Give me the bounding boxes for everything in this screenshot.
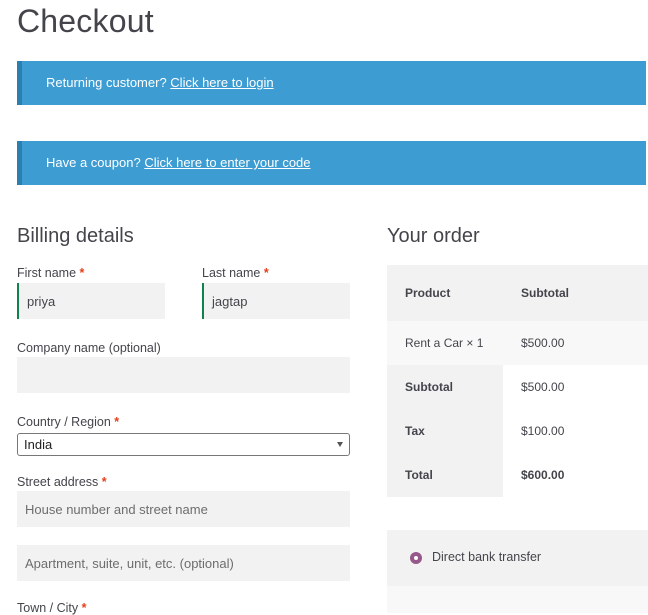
billing-heading: Billing details [17,225,134,247]
payment-method-label: Direct bank transfer [432,550,542,564]
required-mark: * [114,415,120,429]
order-table: Product Subtotal Rent a Car × 1 $500.00 … [387,265,648,497]
country-select[interactable]: India [17,433,350,456]
required-mark: * [263,266,269,280]
order-item-price: $500.00 [503,321,648,365]
table-header-subtotal: Subtotal [503,265,648,321]
street-address-field[interactable]: House number and street name [17,491,350,527]
street-label: Street address * [17,475,107,489]
company-field[interactable] [17,357,350,393]
company-label: Company name (optional) [17,341,161,355]
page-title: Checkout [17,3,154,39]
tax-label: Tax [387,409,503,453]
subtotal-value: $500.00 [503,365,648,409]
required-mark: * [101,475,107,489]
country-selected-value: India [24,437,53,452]
total-label: Total [387,453,503,497]
total-value: $600.00 [503,453,648,497]
first-name-field[interactable]: priya [17,283,165,319]
required-mark: * [79,266,85,280]
order-heading: Your order [387,225,480,247]
caret-down-icon [337,442,343,447]
notice-text: Returning customer? [46,75,167,90]
street-address-2-field[interactable]: Apartment, suite, unit, etc. (optional) [17,545,350,581]
order-item-name: Rent a Car [405,336,464,350]
order-item-qty: × 1 [466,336,484,350]
subtotal-label: Subtotal [387,365,503,409]
payment-methods: Direct bank transfer [387,530,648,613]
radio-selected-icon[interactable] [410,552,422,564]
first-name-label: First name * [17,266,85,280]
coupon-notice: Have a coupon? Click here to enter your … [17,141,646,185]
last-name-label: Last name * [202,266,269,280]
table-header-product: Product [387,265,503,321]
login-link[interactable]: Click here to login [170,75,273,90]
coupon-link[interactable]: Click here to enter your code [144,155,310,170]
tax-value: $100.00 [503,409,648,453]
returning-customer-notice: Returning customer? Click here to login [17,61,646,105]
last-name-field[interactable]: jagtap [202,283,350,319]
notice-text: Have a coupon? [46,155,141,170]
country-label: Country / Region * [17,415,120,429]
order-item-row: Rent a Car × 1 [387,321,503,365]
payment-option-bank-transfer[interactable]: Direct bank transfer [387,530,648,586]
